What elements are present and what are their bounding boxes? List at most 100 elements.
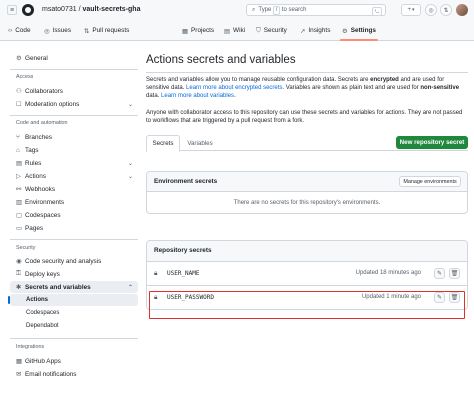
sidebar-item-label: Email notifications <box>25 370 77 378</box>
sidebar-item-label: Collaborators <box>25 87 64 95</box>
code-icon: ‹› <box>8 27 13 34</box>
section-heading-access: Access <box>16 74 34 80</box>
pencil-icon: ✎ <box>436 271 443 277</box>
issues-icon[interactable]: ◎ <box>425 4 437 16</box>
branch-icon: ⑂ <box>16 133 20 141</box>
tab-secrets[interactable]: Secrets <box>146 135 180 152</box>
sidebar-item-pages[interactable]: ▭ Pages <box>10 222 138 234</box>
tab-issues[interactable]: ◎ Issues <box>44 25 71 36</box>
chevron-down-icon: ⌄ <box>127 173 133 180</box>
play-icon: ▷ <box>16 173 21 180</box>
webhook-icon: ⚯ <box>16 186 22 193</box>
sidebar-item-github-apps[interactable]: ▦ GitHub Apps <box>10 355 138 367</box>
lock-icon: 🔒︎ <box>154 294 158 301</box>
sidebar-item-label: Rules <box>25 159 42 167</box>
text: data. <box>146 93 162 100</box>
edit-secret-button[interactable]: ✎ <box>434 268 445 279</box>
tab-wiki[interactable]: ▤ Wiki <box>224 25 245 36</box>
sidebar-item-rules[interactable]: ▤ Rules ⌄ <box>10 157 138 169</box>
variables-link[interactable]: Learn more about variables <box>161 93 234 99</box>
report-icon: ☐ <box>16 101 22 108</box>
menu-icon[interactable]: ≡ <box>7 5 17 15</box>
sidebar-item-label: General <box>25 54 48 62</box>
environment-secrets-box: Environment secrets Manage environments … <box>146 171 468 214</box>
chevron-down-icon: ⌄ <box>127 160 133 167</box>
sidebar-item-webhooks[interactable]: ⚯ Webhooks <box>10 183 138 195</box>
owner-link[interactable]: msato0731 <box>42 6 77 13</box>
sidebar-item-general[interactable]: ⚙ General <box>10 52 138 64</box>
tab-insights[interactable]: ↗ Insights <box>300 25 330 36</box>
tab-pull-requests[interactable]: ⇅ Pull requests <box>84 25 129 36</box>
sidebar-item-label: Actions <box>25 172 46 180</box>
sidebar-subitem-codespaces[interactable]: Codespaces <box>10 307 138 319</box>
text-bold: non-sensitive <box>420 85 460 92</box>
sidebar-item-label: Codespaces <box>26 310 60 316</box>
chevron-down-icon: ⌄ <box>127 101 133 108</box>
sidebar-item-branches[interactable]: ⑂ Branches <box>10 131 138 143</box>
tab-projects[interactable]: ▦ Projects <box>182 25 214 36</box>
secret-updated: Updated 1 minute ago <box>361 294 421 300</box>
sidebar-item-actions[interactable]: ▷ Actions ⌄ <box>10 170 138 182</box>
wiki-icon: ▤ <box>224 27 231 35</box>
tab-security[interactable]: ⛉ Security <box>256 25 287 36</box>
sidebar-item-label: Moderation options <box>25 100 80 108</box>
search-input[interactable]: ⌕ Type / to search ›_ <box>246 4 386 16</box>
sidebar-subitem-dependabot[interactable]: Dependabot <box>10 320 138 332</box>
sidebar-item-label: Webhooks <box>25 185 56 193</box>
sidebar-item-label: Tags <box>25 146 39 154</box>
sidebar-item-email[interactable]: ✉ Email notifications <box>10 368 138 380</box>
create-new-button[interactable]: + ▾ <box>401 4 421 16</box>
tab-settings[interactable]: ⚙ Settings <box>340 25 378 41</box>
breadcrumb: msato0731 / vault-secrets-gha <box>42 6 140 13</box>
repo-link[interactable]: vault-secrets-gha <box>83 6 141 13</box>
tab-label: Projects <box>191 27 215 34</box>
command-palette-icon[interactable]: ›_ <box>371 6 382 16</box>
search-shortcut: / <box>273 5 280 15</box>
pull-requests-icon[interactable]: ⇅ <box>440 4 452 16</box>
sidebar-item-secrets[interactable]: ✱ Secrets and variables ⌃ <box>10 281 138 293</box>
sidebar-item-collaborators[interactable]: ⚇ Collaborators <box>10 85 138 97</box>
secret-row: 🔒︎ USER_PASSWORD Updated 1 minute ago ✎ … <box>147 285 467 309</box>
encrypted-secrets-link[interactable]: Learn more about encrypted secrets <box>186 85 282 91</box>
asterisk-icon: ✱ <box>16 284 22 291</box>
box-title: Environment secrets <box>154 178 218 185</box>
sidebar-item-moderation[interactable]: ☐ Moderation options ⌄ <box>10 98 138 110</box>
people-icon: ⚇ <box>16 88 22 95</box>
delete-secret-button[interactable]: 🗑︎ <box>449 268 460 279</box>
sidebar-item-code-security[interactable]: ◉ Code security and analysis <box>10 255 138 267</box>
avatar[interactable] <box>456 4 468 16</box>
sidebar-item-deploy-keys[interactable]: ⚿ Deploy keys <box>10 268 138 280</box>
tab-code[interactable]: ‹› Code <box>8 25 31 36</box>
rules-icon: ▤ <box>16 160 23 167</box>
trash-icon: 🗑︎ <box>450 295 459 301</box>
sidebar-item-environments[interactable]: ▥ Environments <box>10 196 138 208</box>
divider <box>10 115 138 116</box>
breadcrumb-separator: / <box>78 6 81 13</box>
edit-secret-button[interactable]: ✎ <box>434 292 445 303</box>
github-logo-icon[interactable] <box>22 4 34 16</box>
manage-environments-button[interactable]: Manage environments <box>399 176 461 187</box>
secret-row: 🔒︎ USER_NAME Updated 18 minutes ago ✎ 🗑︎ <box>147 261 467 285</box>
delete-secret-button[interactable]: 🗑︎ <box>449 292 460 303</box>
sidebar-item-tags[interactable]: ⌂ Tags <box>10 144 138 156</box>
lock-icon: 🔒︎ <box>154 270 158 277</box>
sidebar-subitem-actions[interactable]: Actions <box>8 294 138 306</box>
sidebar-item-codespaces[interactable]: ▢ Codespaces <box>10 209 138 221</box>
sidebar-item-label: Codespaces <box>25 211 61 219</box>
mail-icon: ✉ <box>16 371 22 378</box>
secrets-variables-tabs: Secrets Variables <box>146 135 468 152</box>
sidebar-item-label: Pages <box>25 224 44 232</box>
codescan-icon: ◉ <box>16 258 22 265</box>
tab-variables[interactable]: Variables <box>182 135 218 151</box>
tab-label: Security <box>263 27 287 34</box>
repo-tabs: ‹› Code ◎ Issues ⇅ Pull requests ▦ Projects … <box>0 20 474 41</box>
secret-name: USER_PASSWORD <box>167 294 214 301</box>
page-title: Actions secrets and variables <box>146 54 296 66</box>
sidebar-item-label: Environments <box>25 198 65 206</box>
section-heading-integrations: Integrations <box>16 344 45 350</box>
section-heading-code: Code and automation <box>16 120 68 126</box>
issue-icon: ◎ <box>44 27 50 35</box>
shield-icon: ⛉ <box>256 26 261 34</box>
box-header: Repository secrets <box>147 241 467 261</box>
description-paragraph: Secrets and variables allow you to manag… <box>146 76 468 101</box>
